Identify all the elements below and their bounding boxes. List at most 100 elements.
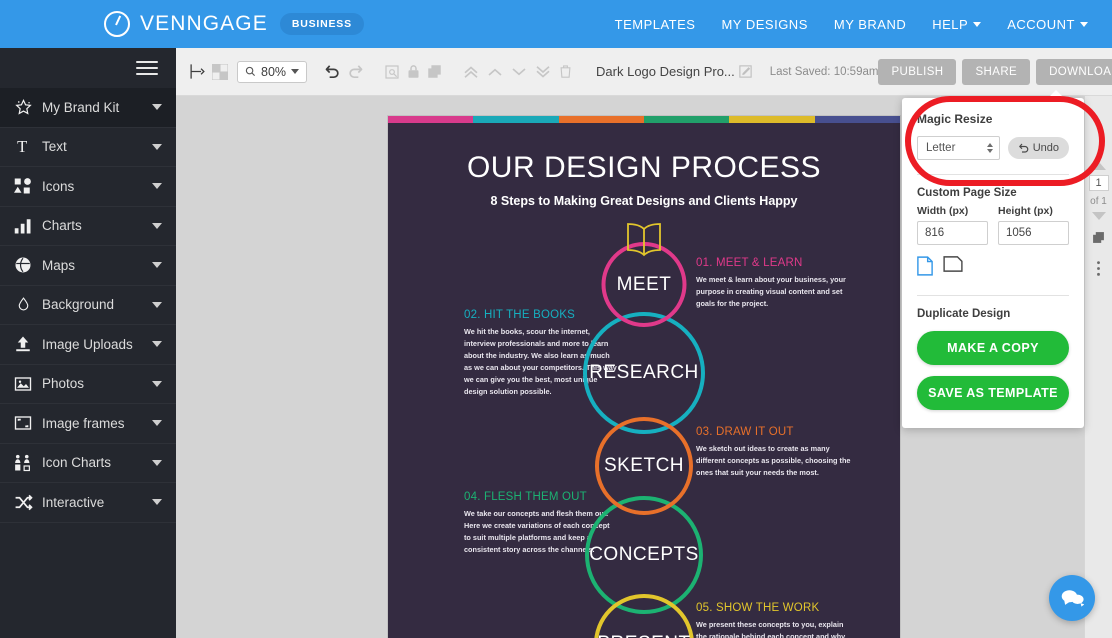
sidebar-item-maps[interactable]: Maps	[0, 246, 176, 286]
colorbar-segment	[473, 116, 559, 123]
page-size-select[interactable]: Letter	[917, 136, 1000, 160]
lock-icon[interactable]	[406, 59, 421, 85]
chat-bubbles-icon	[1061, 590, 1084, 607]
height-label: Height (px)	[998, 205, 1053, 217]
undo-icon[interactable]	[324, 59, 341, 85]
undo-label: Undo	[1032, 142, 1059, 154]
circle-research: RESEARCH	[583, 312, 705, 434]
next-page-icon[interactable]	[1091, 212, 1106, 220]
magic-resize-row: Letter Undo	[917, 136, 1069, 160]
step-heading: 03. DRAW IT OUT	[696, 426, 794, 438]
sidebar-item-label: Image Uploads	[42, 336, 133, 352]
editor-toolbar: 80% Dark Logo Design Pro... Last Saved: …	[176, 48, 1112, 96]
infographic-subtitle: 8 Steps to Making Great Designs and Clie…	[490, 194, 798, 208]
svg-text:T: T	[17, 137, 27, 156]
sidebar-item-icons[interactable]: Icons	[0, 167, 176, 207]
globe-icon	[10, 255, 36, 275]
page-number-input[interactable]: 1	[1088, 175, 1109, 191]
plan-badge: BUSINESS	[279, 13, 364, 35]
chevron-down-icon	[152, 143, 162, 150]
brand-logo-group[interactable]: VENNGAGE BUSINESS	[104, 11, 364, 37]
sidebar-item-background[interactable]: Background	[0, 286, 176, 325]
duplicate-design-title: Duplicate Design	[917, 308, 1011, 320]
orientation-options	[917, 256, 1069, 281]
sidebar-item-label: Image frames	[42, 415, 125, 431]
sidebar-item-label: Icon Charts	[42, 455, 112, 471]
edit-title-pencil-icon[interactable]	[738, 59, 753, 85]
send-to-back-icon[interactable]	[534, 59, 552, 85]
process-steps: MEET RESEARCH SKETCH CONCEPTS PRESENT 01…	[388, 223, 900, 638]
document-title[interactable]: Dark Logo Design Pro...	[596, 64, 735, 79]
delete-icon[interactable]	[558, 59, 573, 85]
top-header: VENNGAGE BUSINESS TEMPLATES MY DESIGNS M…	[0, 0, 1112, 48]
sidebar-item-text[interactable]: T Text	[0, 128, 176, 167]
download-button[interactable]: DOWNLOAD	[1036, 58, 1112, 85]
nav-account[interactable]: ACCOUNT	[1007, 17, 1088, 32]
share-button[interactable]: SHARE	[962, 58, 1031, 85]
portrait-orientation-icon[interactable]	[917, 256, 933, 281]
design-page[interactable]: OUR DESIGN PROCESS 8 Steps to Making Gre…	[388, 116, 900, 638]
page-size-value: Letter	[926, 142, 956, 154]
sidebar-item-my-brand-kit[interactable]: My Brand Kit	[0, 88, 176, 128]
action-buttons: PUBLISH SHARE DOWNLOAD SETTINGS	[878, 58, 1112, 85]
page-more-options-icon[interactable]	[1096, 260, 1101, 282]
nav-my-designs[interactable]: MY DESIGNS	[721, 17, 807, 32]
width-input[interactable]	[917, 221, 988, 245]
upload-icon	[10, 334, 36, 354]
star-icon	[10, 97, 36, 117]
step-text-03: 03. DRAW IT OUT We sketch out ideas to c…	[696, 426, 856, 479]
sidebar-item-icon-charts[interactable]: Icon Charts	[0, 444, 176, 483]
duplicate-page-icon[interactable]	[1092, 231, 1105, 249]
previous-page-icon[interactable]	[1091, 162, 1106, 170]
step-body: We present these concepts to you, explai…	[696, 620, 846, 638]
sidebar-item-label: Text	[42, 139, 67, 155]
height-field-group: Height (px)	[998, 205, 1069, 245]
colorbar-segment	[558, 116, 644, 123]
sidebar-item-interactive[interactable]: Interactive	[0, 483, 176, 523]
bar-chart-icon	[10, 216, 36, 236]
nav-templates-label: TEMPLATES	[614, 16, 696, 32]
landscape-orientation-icon[interactable]	[943, 256, 963, 281]
venngage-editor: VENNGAGE BUSINESS TEMPLATES MY DESIGNS M…	[0, 0, 1112, 638]
divider	[917, 295, 1069, 296]
people-chart-icon	[10, 453, 36, 473]
chat-support-button[interactable]	[1049, 575, 1095, 621]
shuffle-icon	[10, 492, 36, 512]
sidebar-item-image-frames[interactable]: Image frames	[0, 404, 176, 444]
nav-help[interactable]: HELP	[932, 17, 982, 32]
transparency-grid-icon[interactable]	[212, 59, 228, 85]
sidebar-item-image-uploads[interactable]: Image Uploads	[0, 325, 176, 365]
align-icon[interactable]	[189, 59, 206, 85]
save-as-template-button[interactable]: SAVE AS TEMPLATE	[917, 376, 1069, 410]
hamburger-menu-icon[interactable]	[136, 57, 158, 79]
text-icon: T	[10, 137, 36, 157]
magic-resize-undo-button[interactable]: Undo	[1007, 137, 1069, 159]
sidebar-item-charts[interactable]: Charts	[0, 207, 176, 246]
nav-templates[interactable]: TEMPLATES	[615, 17, 696, 32]
step-heading: 02. HIT THE BOOKS	[464, 309, 575, 321]
infographic-title: OUR DESIGN PROCESS	[466, 151, 822, 184]
sidebar-collapse-row	[0, 48, 176, 88]
publish-button[interactable]: PUBLISH	[878, 58, 957, 85]
height-input[interactable]	[998, 221, 1069, 245]
circle-label: CONCEPTS	[589, 544, 699, 565]
droplet-icon	[10, 295, 36, 315]
nav-my-brand[interactable]: MY BRAND	[834, 17, 906, 32]
crop-icon[interactable]	[384, 59, 400, 85]
chevron-down-icon	[152, 104, 162, 111]
dimension-inputs: Width (px) Height (px)	[917, 205, 1069, 245]
send-backward-icon[interactable]	[510, 59, 528, 85]
nav-my-brand-label: MY BRAND	[833, 16, 907, 32]
duplicate-icon[interactable]	[427, 59, 442, 85]
shapes-icon	[10, 176, 36, 196]
last-saved-status: Last Saved: 10:59am	[769, 65, 879, 78]
make-a-copy-button[interactable]: MAKE A COPY	[917, 331, 1069, 365]
bring-forward-icon[interactable]	[486, 59, 504, 85]
zoom-level-dropdown[interactable]: 80%	[237, 60, 308, 83]
bring-to-front-icon[interactable]	[462, 59, 480, 85]
sidebar-item-photos[interactable]: Photos	[0, 365, 176, 404]
chevron-down-icon	[1080, 21, 1088, 27]
sidebar-item-label: Maps	[42, 257, 76, 273]
redo-icon[interactable]	[347, 59, 364, 85]
sidebar-item-label: Background	[42, 297, 115, 313]
